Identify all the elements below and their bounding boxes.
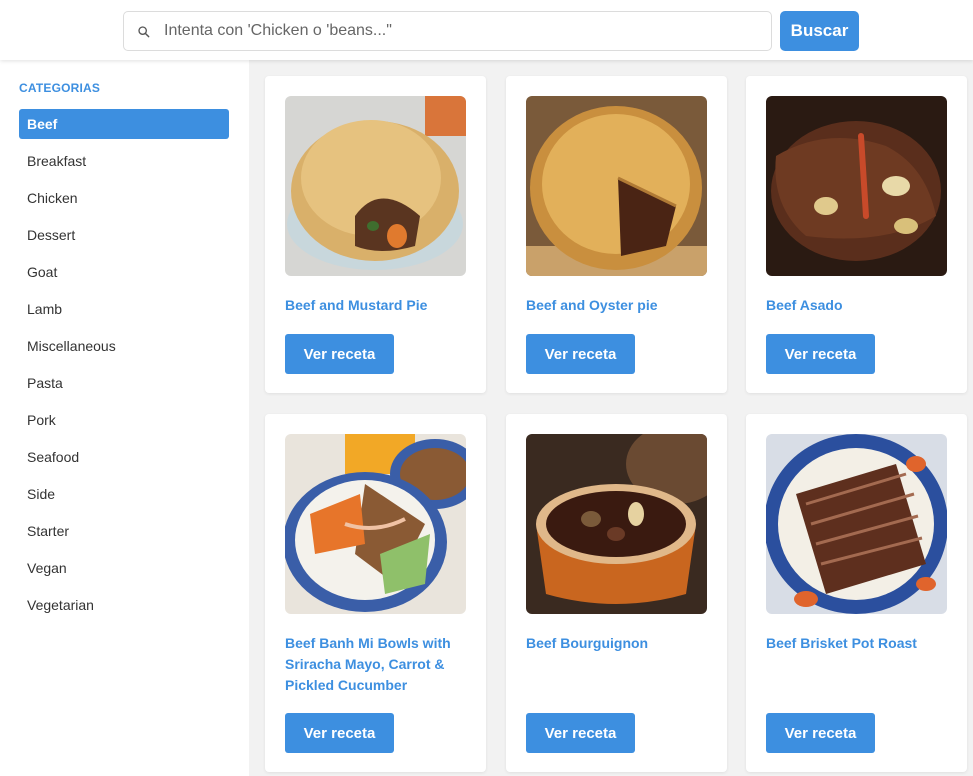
view-recipe-button[interactable]: Ver receta <box>766 334 875 374</box>
recipe-title[interactable]: Beef Asado <box>766 295 947 316</box>
recipe-image-beef-banh-mi-bowls[interactable] <box>285 434 466 614</box>
recipe-title[interactable]: Beef and Mustard Pie <box>285 295 466 316</box>
sidebar-item-chicken[interactable]: Chicken <box>19 183 229 213</box>
recipe-image-beef-asado[interactable] <box>766 96 947 276</box>
sidebar-item-pork[interactable]: Pork <box>19 405 229 435</box>
recipe-image-beef-brisket-pot-roast[interactable] <box>766 434 947 614</box>
sidebar-item-breakfast[interactable]: Breakfast <box>19 146 229 176</box>
recipe-image-beef-and-oyster-pie[interactable] <box>526 96 707 276</box>
top-bar: Buscar <box>0 0 973 60</box>
search-box[interactable] <box>123 11 772 51</box>
sidebar-item-vegan[interactable]: Vegan <box>19 553 229 583</box>
sidebar-item-dessert[interactable]: Dessert <box>19 220 229 250</box>
sidebar-item-vegetarian[interactable]: Vegetarian <box>19 590 229 620</box>
recipe-card: Beef and Oyster pie Ver receta <box>506 76 727 393</box>
search-icon <box>138 26 150 38</box>
recipe-card: Beef and Mustard Pie Ver receta <box>265 76 486 393</box>
recipe-card: Beef Brisket Pot Roast Ver receta <box>746 414 967 772</box>
sidebar-item-starter[interactable]: Starter <box>19 516 229 546</box>
sidebar-item-beef[interactable]: Beef <box>19 109 229 139</box>
category-sidebar: CATEGORIAS Beef Breakfast Chicken Desser… <box>0 60 249 776</box>
sidebar-item-seafood[interactable]: Seafood <box>19 442 229 472</box>
sidebar-item-pasta[interactable]: Pasta <box>19 368 229 398</box>
recipe-image-beef-and-mustard-pie[interactable] <box>285 96 466 276</box>
recipe-card: Beef Banh Mi Bowls with Sriracha Mayo, C… <box>265 414 486 772</box>
recipe-title[interactable]: Beef Bourguignon <box>526 633 707 654</box>
view-recipe-button[interactable]: Ver receta <box>285 334 394 374</box>
view-recipe-button[interactable]: Ver receta <box>526 334 635 374</box>
sidebar-item-lamb[interactable]: Lamb <box>19 294 229 324</box>
recipe-card: Beef Bourguignon Ver receta <box>506 414 727 772</box>
view-recipe-button[interactable]: Ver receta <box>285 713 394 753</box>
recipe-title[interactable]: Beef and Oyster pie <box>526 295 707 316</box>
recipe-image-beef-bourguignon[interactable] <box>526 434 707 614</box>
sidebar-item-side[interactable]: Side <box>19 479 229 509</box>
sidebar-item-miscellaneous[interactable]: Miscellaneous <box>19 331 229 361</box>
recipe-title[interactable]: Beef Banh Mi Bowls with Sriracha Mayo, C… <box>285 633 466 696</box>
sidebar-item-goat[interactable]: Goat <box>19 257 229 287</box>
recipe-title[interactable]: Beef Brisket Pot Roast <box>766 633 947 654</box>
sidebar-title: CATEGORIAS <box>19 81 101 95</box>
search-button[interactable]: Buscar <box>780 11 859 51</box>
search-input[interactable] <box>164 12 764 50</box>
category-list: Beef Breakfast Chicken Dessert Goat Lamb… <box>19 109 229 627</box>
recipe-card: Beef Asado Ver receta <box>746 76 967 393</box>
view-recipe-button[interactable]: Ver receta <box>526 713 635 753</box>
view-recipe-button[interactable]: Ver receta <box>766 713 875 753</box>
